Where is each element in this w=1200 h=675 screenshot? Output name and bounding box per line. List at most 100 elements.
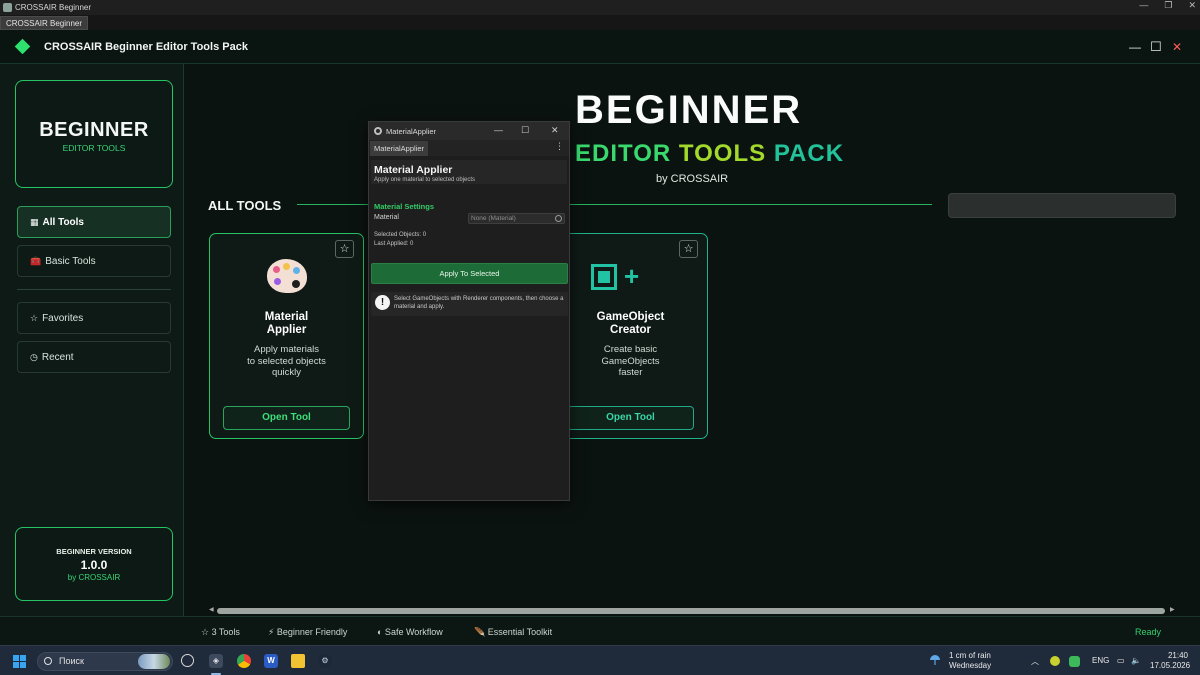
unity-editor-icon[interactable]: ◈ xyxy=(209,654,223,668)
material-label: Material xyxy=(374,214,399,221)
version-number: 1.0.0 xyxy=(80,558,108,572)
chevron-up-icon[interactable]: ︿ xyxy=(1031,656,1039,667)
sidebar-item-all-tools[interactable]: ▦ All Tools xyxy=(17,206,171,238)
version-author: by CROSSAIR xyxy=(67,573,121,582)
word-icon[interactable]: W xyxy=(264,654,278,668)
os-window-controls: — ❐ ✕ xyxy=(1139,0,1196,11)
close-icon[interactable]: ✕ xyxy=(551,125,559,136)
taskbar-search-label: Поиск xyxy=(59,656,84,666)
restore-icon[interactable]: ❐ xyxy=(1164,0,1172,11)
taskbar-search[interactable]: Поиск xyxy=(37,652,173,671)
panel-subheading: Apply one material to selected objects xyxy=(374,177,476,183)
info-icon: ! xyxy=(375,295,390,310)
chrome-icon[interactable] xyxy=(237,654,251,668)
scroll-left-icon[interactable]: ◀ xyxy=(209,606,214,613)
sidebar-item-label: All Tools xyxy=(42,216,84,228)
object-picker-icon[interactable] xyxy=(555,215,562,222)
hero-subtitle: EDITOR TOOLS PACK xyxy=(575,140,844,168)
horizontal-scrollbar[interactable] xyxy=(217,608,1165,614)
scroll-right-icon[interactable]: ▶ xyxy=(1170,606,1175,613)
status-bar: ☆ 3 Tools ⚡ Beginner Friendly ◐ Safe Wor… xyxy=(0,616,1200,645)
clock-icon: ◷ xyxy=(30,351,38,362)
status-ready: Ready xyxy=(1134,627,1161,637)
diamond-logo-icon xyxy=(14,38,31,55)
material-applier-window: MaterialApplier — ☐ ✕ MaterialApplier ⋮ … xyxy=(368,121,570,501)
window-title: MaterialApplier xyxy=(386,126,437,136)
apply-to-selected-button[interactable]: Apply To Selected xyxy=(371,263,568,284)
favorite-star-icon[interactable]: ☆ xyxy=(335,240,354,258)
kebab-menu-icon[interactable]: ⋮ xyxy=(555,141,564,152)
section-title: ALL TOOLS xyxy=(208,198,282,213)
tab-material-applier[interactable]: MaterialApplier xyxy=(370,141,429,156)
os-window-title: CROSSAIR Beginner xyxy=(15,3,92,12)
minimize-icon[interactable]: — xyxy=(1139,0,1148,11)
weather-widget[interactable]: 1 cm of rain Wednesday xyxy=(930,651,991,671)
sidebar-item-label: Recent xyxy=(41,351,74,363)
sidebar-item-recent[interactable]: ◷ Recent xyxy=(17,341,171,373)
toolbox-icon: 🧰 xyxy=(30,255,42,266)
status-safe-workflow: ◐ Safe Workflow xyxy=(377,627,443,637)
os-titlebar: CROSSAIR Beginner — ❐ ✕ xyxy=(0,0,1200,15)
open-tool-button[interactable]: Open Tool xyxy=(223,406,350,430)
volume-icon[interactable]: 🔈 xyxy=(1131,656,1141,665)
close-icon[interactable]: ✕ xyxy=(1172,40,1182,54)
sidebar-item-label: Favorites xyxy=(42,312,84,324)
version-card: BEGINNER VERSION 1.0.0 by CROSSAIR xyxy=(15,527,173,601)
panel-header: Material Applier Apply one material to s… xyxy=(371,160,567,184)
maximize-icon[interactable]: ☐ xyxy=(1150,39,1162,55)
star-icon: ☆ xyxy=(30,312,39,323)
search-highlight-image xyxy=(138,654,170,669)
minimize-icon[interactable]: — xyxy=(494,125,503,135)
status-essential-toolkit: 🪶 Essential Toolkit xyxy=(474,627,553,637)
gear-icon xyxy=(374,127,382,135)
version-label: BEGINNER VERSION xyxy=(56,547,132,556)
app-title: CROSSAIR Beginner Editor Tools Pack xyxy=(44,40,248,53)
panel-heading: Material Applier xyxy=(374,164,453,176)
sidebar-divider xyxy=(17,289,171,290)
tool-card-gameobject-creator: ☆ + GameObject Creator Create basic Game… xyxy=(553,233,708,439)
window-tab-strip: MaterialApplier ⋮ xyxy=(369,140,569,156)
material-applier-titlebar[interactable]: MaterialApplier — ☐ ✕ xyxy=(369,122,569,140)
material-field-value: None (Material) xyxy=(471,215,516,222)
tray-app-icon[interactable] xyxy=(1050,656,1060,666)
search-input[interactable] xyxy=(948,193,1176,218)
open-tool-button[interactable]: Open Tool xyxy=(567,406,694,430)
sidebar-item-favorites[interactable]: ☆ Favorites xyxy=(17,302,171,334)
brand-title: BEGINNER xyxy=(39,119,149,141)
material-object-field[interactable]: None (Material) xyxy=(468,213,565,224)
status-tools-count: ☆ 3 Tools xyxy=(201,627,240,637)
gameobject-icon xyxy=(591,264,617,290)
tool-description: Apply materials to selected objects quic… xyxy=(247,344,326,378)
steam-icon[interactable]: ⚙ xyxy=(318,654,332,668)
last-applied-count: Last Applied: 0 xyxy=(374,241,414,247)
windows-start-icon[interactable] xyxy=(13,655,26,668)
tab-crossair-beginner[interactable]: CROSSAIR Beginner xyxy=(0,16,89,30)
app-header: CROSSAIR Beginner Editor Tools Pack xyxy=(0,30,1200,64)
maximize-icon[interactable]: ☐ xyxy=(521,125,529,136)
favorite-star-icon[interactable]: ☆ xyxy=(679,240,698,258)
tool-name: Material Applier xyxy=(264,311,309,336)
network-icon[interactable]: ▭ xyxy=(1117,656,1125,665)
sidebar: BEGINNER EDITOR TOOLS ▦ All Tools 🧰 Basi… xyxy=(0,64,184,616)
search-icon xyxy=(44,657,52,665)
taskbar: Поиск ◈ W ⚙ 1 cm of rain Wednesday ︿ ENG… xyxy=(0,645,1200,675)
unity-hub-icon[interactable] xyxy=(181,654,194,667)
minimize-icon[interactable]: — xyxy=(1129,40,1141,54)
sidebar-item-basic-tools[interactable]: 🧰 Basic Tools xyxy=(17,245,171,277)
file-explorer-icon[interactable] xyxy=(291,654,305,668)
brand-subtitle: EDITOR TOOLS xyxy=(62,143,126,153)
palette-icon xyxy=(267,259,307,293)
brand-card: BEGINNER EDITOR TOOLS xyxy=(15,80,173,188)
taskbar-clock[interactable]: 21:40 17.05.2026 xyxy=(1150,651,1191,671)
app-icon xyxy=(3,3,12,12)
clock-date: 17.05.2026 xyxy=(1150,661,1191,670)
rain-umbrella-icon xyxy=(930,655,940,665)
hero-subtitle-word: PACK xyxy=(773,140,845,167)
hero-subtitle-word: EDITOR xyxy=(575,140,672,167)
tool-description: Create basic GameObjects faster xyxy=(601,344,660,378)
sidebar-item-label: Basic Tools xyxy=(45,255,96,267)
security-shield-icon[interactable] xyxy=(1069,656,1080,667)
close-icon[interactable]: ✕ xyxy=(1188,0,1196,11)
language-indicator[interactable]: ENG xyxy=(1092,656,1109,665)
plus-icon: + xyxy=(624,261,640,291)
